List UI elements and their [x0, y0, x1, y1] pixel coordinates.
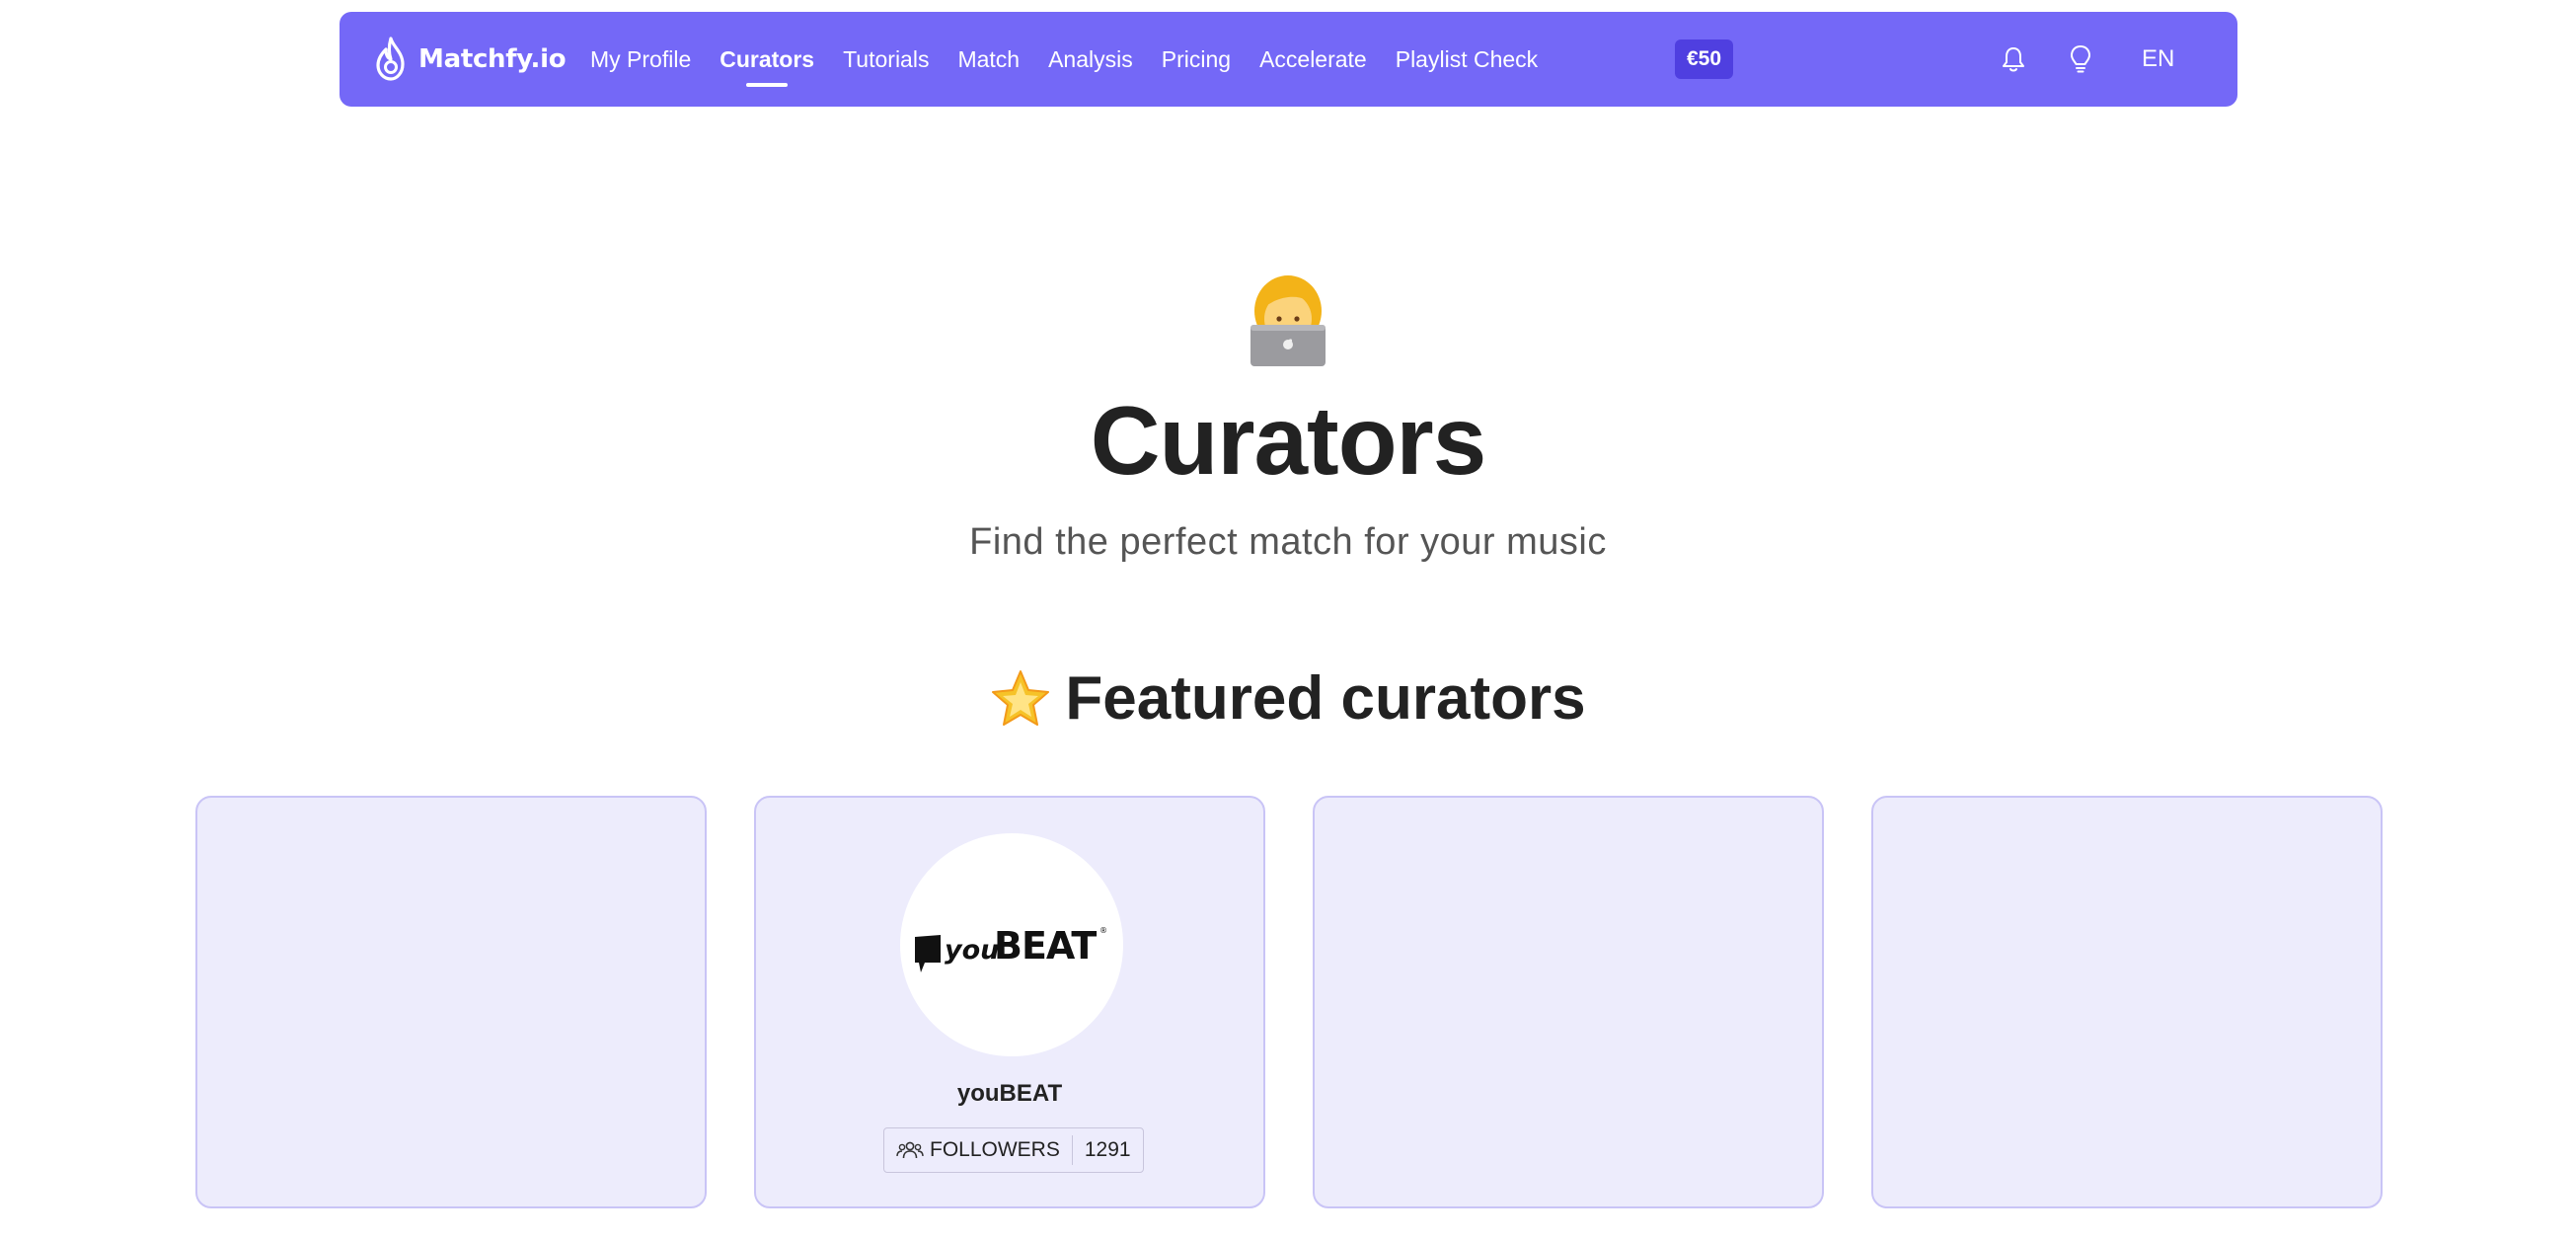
logo[interactable]: Matchfy.io — [373, 34, 567, 85]
curator-card-3[interactable] — [1313, 796, 1824, 1208]
nav-accelerate[interactable]: Accelerate — [1259, 46, 1367, 73]
curator-name: youBEAT — [956, 1080, 1063, 1107]
followers-label: FOLLOWERS — [930, 1138, 1060, 1161]
logo-text: Matchfy.io — [418, 44, 567, 74]
nav-tutorials[interactable]: Tutorials — [843, 46, 929, 73]
svg-text:BEAT: BEAT — [994, 924, 1097, 968]
nav-analysis[interactable]: Analysis — [1048, 46, 1133, 73]
page-title: Curators — [1090, 386, 1486, 495]
featured-curators-heading: Featured curators — [0, 663, 2576, 734]
followers-label-group: FOLLOWERS — [884, 1135, 1073, 1165]
curator-card-4[interactable] — [1871, 796, 2383, 1208]
followers-badge: FOLLOWERS 1291 — [883, 1127, 1144, 1173]
users-icon — [896, 1141, 924, 1159]
followers-count: 1291 — [1084, 1138, 1131, 1161]
nav-pricing[interactable]: Pricing — [1162, 46, 1231, 73]
featured-curators-title: Featured curators — [1065, 664, 1586, 733]
svg-text:®: ® — [1099, 926, 1107, 935]
glowing-star-icon — [992, 669, 1050, 726]
woman-technologist-emoji — [1250, 275, 1326, 366]
curator-card-1[interactable] — [195, 796, 707, 1208]
bell-icon[interactable] — [1996, 41, 2031, 77]
nav-curators[interactable]: Curators — [720, 46, 814, 87]
flame-logo-icon — [376, 37, 405, 81]
nav-my-profile[interactable]: My Profile — [590, 46, 691, 73]
svg-text:you: you — [945, 935, 999, 966]
curator-avatar: you BEAT ® — [900, 833, 1123, 1056]
nav-playlist-check[interactable]: Playlist Check — [1396, 46, 1538, 73]
nav-match[interactable]: Match — [957, 46, 1020, 73]
curator-card-youbeat[interactable]: you BEAT ® youBEAT FOLLOWERS 1291 — [754, 796, 1265, 1208]
language-selector[interactable]: EN — [2142, 12, 2174, 107]
credit-badge[interactable]: €50 — [1675, 39, 1734, 79]
lightbulb-icon[interactable] — [2063, 41, 2098, 77]
top-navbar: Matchfy.io My Profile Curators Tutorials… — [340, 12, 2237, 107]
nav-links: My Profile Curators Tutorials Match Anal… — [590, 12, 1538, 107]
page-subtitle: Find the perfect match for your music — [969, 521, 1607, 563]
youbeat-logo: you BEAT ® — [915, 924, 1107, 972]
